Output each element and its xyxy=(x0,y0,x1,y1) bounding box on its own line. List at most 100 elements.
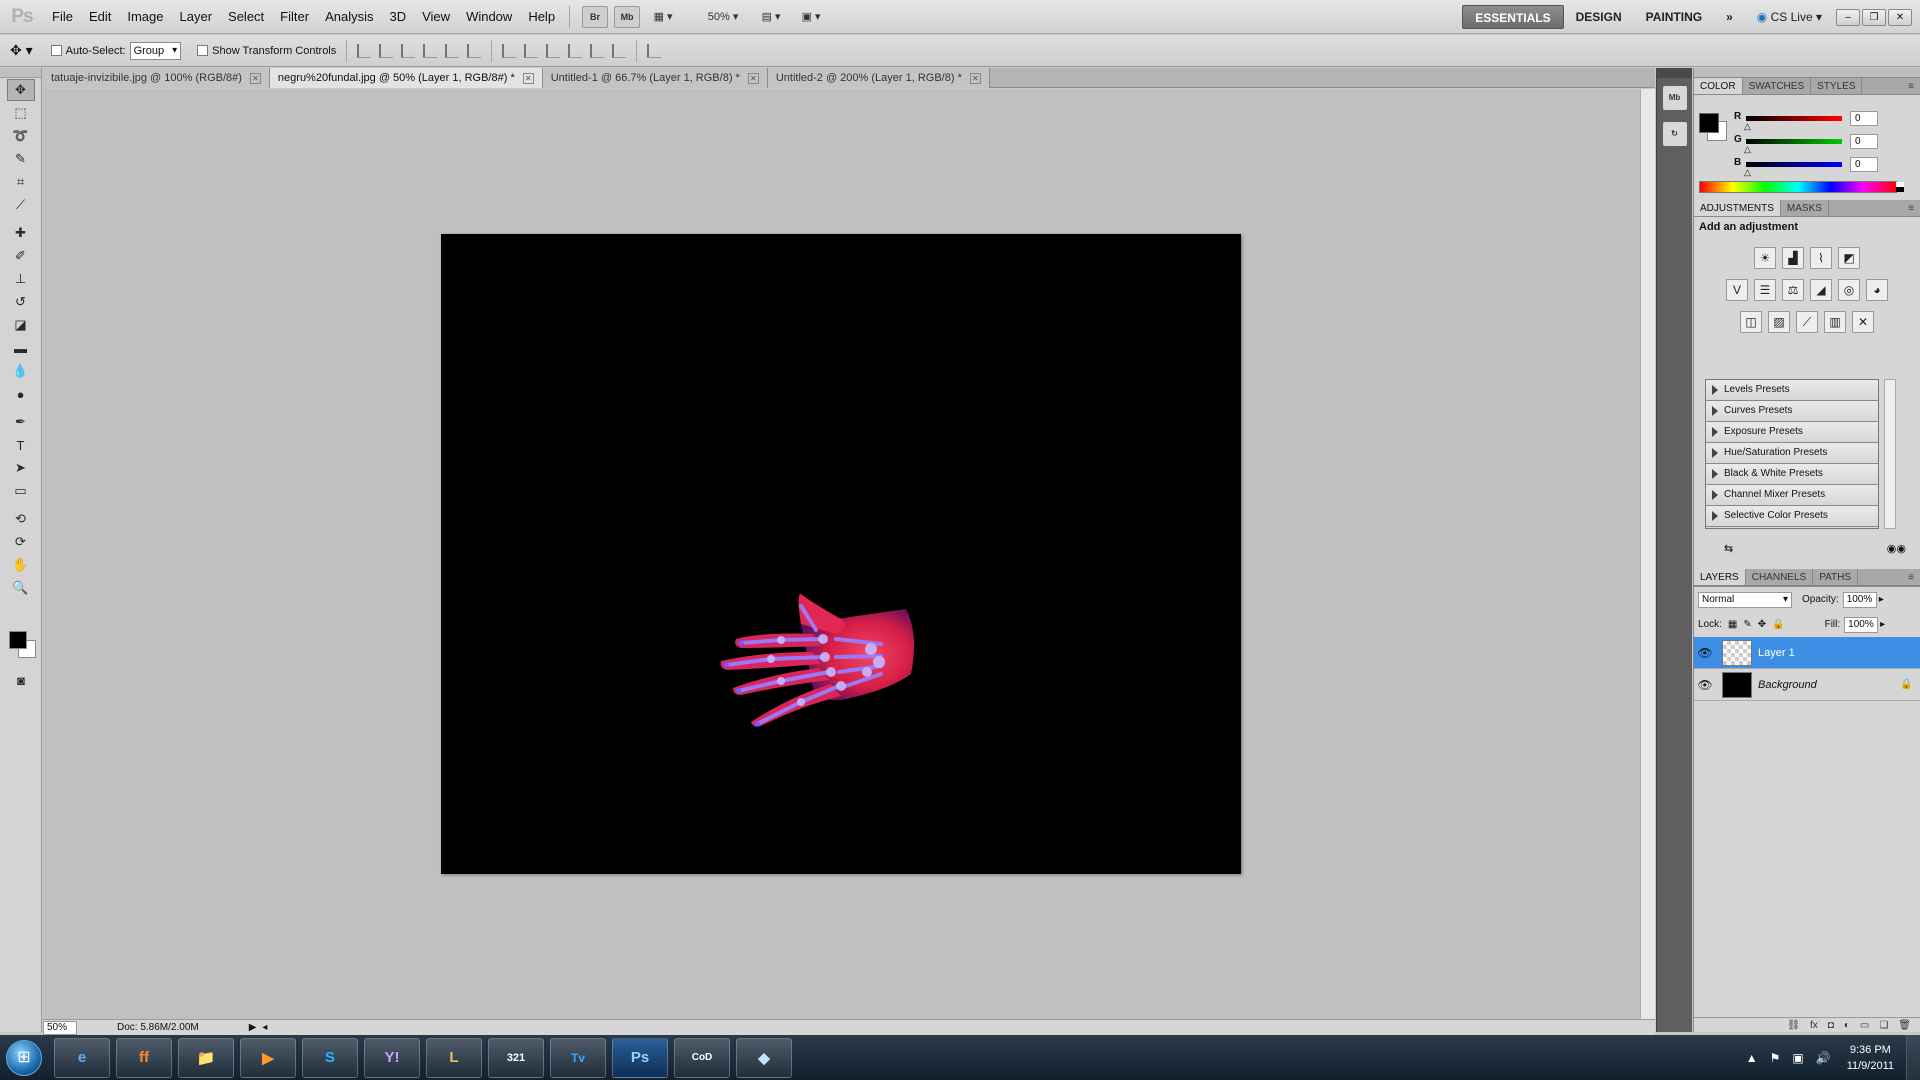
taskbar-yahoo-messenger[interactable]: Y! xyxy=(364,1037,420,1078)
distribute-vcenter-icon[interactable] xyxy=(524,43,539,58)
taskbar-skype[interactable]: S xyxy=(302,1037,358,1078)
fill-field[interactable]: 100% xyxy=(1844,616,1879,633)
blue-value-field[interactable]: 0 xyxy=(1850,157,1878,172)
black-white-icon[interactable]: ◢ xyxy=(1810,279,1832,301)
quick-selection-tool-icon[interactable]: ✎ xyxy=(7,148,35,170)
opacity-field[interactable]: 100% xyxy=(1842,591,1877,608)
color-spectrum-ramp[interactable] xyxy=(1699,181,1904,193)
red-slider[interactable]: R △ 0 xyxy=(1734,111,1914,132)
taskbar-explorer[interactable]: 📁 xyxy=(178,1037,234,1078)
crop-tool-icon[interactable]: ⌗ xyxy=(7,171,35,193)
taskbar-photoshop[interactable]: Ps xyxy=(612,1037,668,1078)
document-tab[interactable]: Untitled-2 @ 200% (Layer 1, RGB/8) * ✕ xyxy=(767,68,990,88)
type-tool-icon[interactable]: T xyxy=(7,434,35,456)
layer-row[interactable]: 👁 Background 🔒 xyxy=(1694,669,1920,701)
preset-levels[interactable]: Levels Presets xyxy=(1706,380,1878,401)
close-icon[interactable]: ✕ xyxy=(747,72,759,84)
channel-mixer-icon[interactable]: ◕ xyxy=(1866,279,1888,301)
distribute-bottom-icon[interactable] xyxy=(546,43,561,58)
panel-menu-icon[interactable]: ≡ xyxy=(1908,569,1914,586)
align-right-icon[interactable] xyxy=(467,43,482,58)
exposure-icon[interactable]: ◩ xyxy=(1838,247,1860,269)
volume-icon[interactable]: 🔊 xyxy=(1816,1051,1831,1065)
fill-arrow-icon[interactable]: ▸ xyxy=(1880,619,1885,630)
green-value-field[interactable]: 0 xyxy=(1850,134,1878,149)
show-transform-checkbox[interactable] xyxy=(197,45,209,56)
taskbar-media-player-classic[interactable]: 321 xyxy=(488,1037,544,1078)
arrange-documents-button[interactable]: ▤ ▾ xyxy=(754,6,788,28)
status-menu-icon[interactable]: ▶ xyxy=(249,1022,257,1033)
curves-icon[interactable]: ⌇ xyxy=(1810,247,1832,269)
gradient-tool-icon[interactable]: ▬ xyxy=(7,337,35,359)
align-bottom-icon[interactable] xyxy=(401,43,416,58)
visibility-eye-icon[interactable]: 👁 xyxy=(1694,646,1716,660)
hue-saturation-icon[interactable]: ☰ xyxy=(1754,279,1776,301)
blur-tool-icon[interactable]: 💧 xyxy=(7,360,35,382)
workspace-painting[interactable]: PAINTING xyxy=(1634,5,1714,29)
adjustment-layer-icon[interactable]: ◐ xyxy=(1844,1020,1850,1031)
move-tool-icon[interactable]: ✥ xyxy=(6,79,35,101)
new-layer-icon[interactable]: ❏ xyxy=(1879,1020,1888,1031)
distribute-hcenter-icon[interactable] xyxy=(590,43,605,58)
taskbar-media-player[interactable]: ▶ xyxy=(240,1037,296,1078)
menu-file[interactable]: File xyxy=(44,0,81,34)
auto-align-layers-icon[interactable] xyxy=(647,43,662,58)
layer-name[interactable]: Background xyxy=(1758,679,1900,691)
threshold-icon[interactable]: ⟋ xyxy=(1796,311,1818,333)
clone-stamp-tool-icon[interactable]: ⊥ xyxy=(7,268,35,290)
menu-analysis[interactable]: Analysis xyxy=(317,0,381,34)
red-slider-track[interactable] xyxy=(1746,116,1842,121)
menu-select[interactable]: Select xyxy=(220,0,272,34)
auto-select-dropdown[interactable]: Group xyxy=(129,41,182,60)
taskbar-league-of-legends[interactable]: L xyxy=(426,1037,482,1078)
tab-channels[interactable]: CHANNELS xyxy=(1746,569,1814,585)
green-slider[interactable]: G △ 0 xyxy=(1734,134,1914,154)
pen-tool-icon[interactable]: ✒ xyxy=(7,411,35,433)
red-slider-thumb[interactable]: △ xyxy=(1744,121,1751,132)
green-slider-track[interactable] xyxy=(1746,139,1842,144)
lock-transparency-icon[interactable]: ▦ xyxy=(1728,619,1737,630)
tools-grip[interactable] xyxy=(0,68,41,78)
visibility-eye-icon[interactable]: 👁 xyxy=(1694,678,1716,692)
show-desktop-button[interactable] xyxy=(1906,1035,1920,1080)
layer-style-icon[interactable]: fx xyxy=(1810,1020,1818,1031)
history-panel-icon[interactable]: ↻ xyxy=(1662,122,1687,146)
brightness-contrast-icon[interactable]: ☀ xyxy=(1754,247,1776,269)
preset-curves[interactable]: Curves Presets xyxy=(1706,401,1878,422)
return-to-list-icon[interactable]: ⇆ xyxy=(1724,542,1733,555)
taskbar-call-of-duty[interactable]: CoD xyxy=(674,1037,730,1078)
selective-color-icon[interactable]: ✕ xyxy=(1852,311,1874,333)
move-tool-preset-icon[interactable]: ✥ ▾ xyxy=(10,42,33,59)
vibrance-icon[interactable]: V xyxy=(1726,279,1748,301)
layer-row[interactable]: 👁 Layer 1 xyxy=(1694,637,1920,669)
gradient-map-icon[interactable]: ▥ xyxy=(1824,311,1846,333)
brush-tool-icon[interactable]: ✐ xyxy=(7,245,35,267)
zoom-level-dropdown[interactable]: 50% ▾ xyxy=(698,6,748,28)
tab-swatches[interactable]: SWATCHES xyxy=(1743,78,1812,94)
menu-edit[interactable]: Edit xyxy=(81,0,119,34)
menu-image[interactable]: Image xyxy=(119,0,171,34)
menu-help[interactable]: Help xyxy=(520,0,563,34)
menu-3d[interactable]: 3D xyxy=(381,0,414,34)
menu-layer[interactable]: Layer xyxy=(172,0,221,34)
zoom-tool-icon[interactable]: 🔍 xyxy=(7,577,35,599)
marquee-tool-icon[interactable]: ⬚ xyxy=(7,102,35,124)
panel-menu-icon[interactable]: ≡ xyxy=(1908,200,1914,217)
screen-mode-button[interactable]: ▣ ▾ xyxy=(794,6,828,28)
tab-paths[interactable]: PATHS xyxy=(1813,569,1859,585)
opacity-arrow-icon[interactable]: ▸ xyxy=(1879,594,1884,605)
quick-mask-icon[interactable]: ◙ xyxy=(7,669,35,691)
tab-styles[interactable]: STYLES xyxy=(1811,78,1863,94)
rectangle-tool-icon[interactable]: ▭ xyxy=(7,480,35,502)
delete-layer-icon[interactable]: 🗑 xyxy=(1898,1020,1911,1031)
vertical-scrollbar[interactable] xyxy=(1640,89,1655,1019)
workspace-design[interactable]: DESIGN xyxy=(1564,5,1634,29)
preset-channel-mixer[interactable]: Channel Mixer Presets xyxy=(1706,485,1878,506)
distribute-right-icon[interactable] xyxy=(612,43,627,58)
add-mask-icon[interactable]: ◘ xyxy=(1828,1020,1834,1031)
document-tab[interactable]: tatuaje-invizibile.jpg @ 100% (RGB/8#) ✕ xyxy=(43,68,270,88)
new-group-icon[interactable]: ▭ xyxy=(1860,1020,1869,1031)
path-selection-tool-icon[interactable]: ➤ xyxy=(7,457,35,479)
lock-all-icon[interactable]: 🔒 xyxy=(1772,619,1784,630)
levels-icon[interactable]: ▟ xyxy=(1782,247,1804,269)
